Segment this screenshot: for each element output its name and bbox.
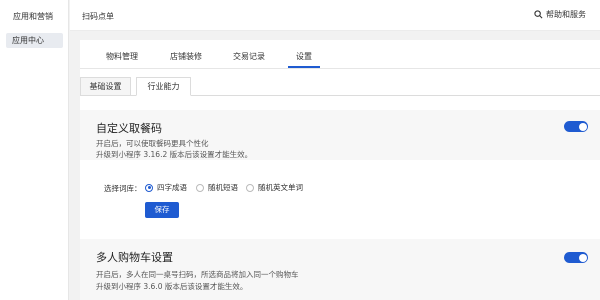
multi-cart-version-note: 升级到小程序 3.6.0 版本后该设置才能生效。 (96, 282, 248, 291)
custom-code-desc: 开启后，可以使取餐码更具个性化 (96, 139, 209, 148)
dictionary-label: 选择词库： (104, 184, 142, 193)
main-content: 物料管理 店铺装修 交易记录 设置 基础设置 行业能力 自定义取餐码 开启后，可… (80, 40, 600, 300)
help-button[interactable]: 帮助和服务 (534, 9, 586, 20)
custom-code-card: 自定义取餐码 开启后，可以使取餐码更具个性化 升级到小程序 3.16.2 版本后… (80, 110, 600, 160)
page-title: 扫码点单 (82, 12, 114, 21)
custom-code-title: 自定义取餐码 (96, 122, 162, 135)
subtab-industry[interactable]: 行业能力 (136, 77, 191, 96)
multi-cart-toggle[interactable] (564, 252, 588, 263)
radio-label: 随机英文单词 (258, 183, 303, 192)
active-tab-indicator (288, 66, 320, 68)
sidebar-title: 应用和营销 (13, 12, 53, 21)
subtab-bar: 基础设置 行业能力 (80, 77, 600, 96)
subtab-basic[interactable]: 基础设置 (80, 77, 131, 96)
radio-label: 随机短语 (208, 183, 238, 192)
search-icon (534, 10, 543, 19)
radio-random-english[interactable]: 随机英文单词 (246, 182, 303, 193)
radio-idiom[interactable]: 四字成语 (145, 182, 187, 193)
radio-random-phrase[interactable]: 随机短语 (196, 182, 238, 193)
save-button[interactable]: 保存 (145, 202, 179, 218)
tab-materials[interactable]: 物料管理 (106, 51, 138, 62)
multi-cart-title: 多人购物车设置 (96, 251, 173, 264)
multi-cart-desc: 开启后，多人在同一桌号扫码，所选商品将加入同一个购物车 (96, 270, 299, 279)
radio-unchecked-icon (196, 183, 204, 192)
radio-unchecked-icon (246, 183, 254, 192)
topbar: 扫码点单 帮助和服务 (70, 0, 600, 31)
radio-label: 四字成语 (157, 183, 187, 192)
custom-code-version-note: 升级到小程序 3.16.2 版本后该设置才能生效。 (96, 150, 253, 159)
radio-checked-icon (145, 183, 153, 192)
tab-transactions[interactable]: 交易记录 (233, 51, 265, 62)
sidebar-item-app-center[interactable]: 应用中心 (6, 33, 63, 48)
tab-decoration[interactable]: 店铺装修 (170, 51, 202, 62)
tab-bar: 物料管理 店铺装修 交易记录 设置 (80, 40, 600, 69)
tab-settings[interactable]: 设置 (296, 51, 312, 62)
sidebar: 应用和营销 应用中心 (0, 0, 69, 300)
custom-code-toggle[interactable] (564, 121, 588, 132)
dictionary-settings: 选择词库： 四字成语 随机短语 随机英文单词 保存 (80, 170, 600, 224)
help-label: 帮助和服务 (546, 10, 586, 19)
multi-cart-card: 多人购物车设置 开启后，多人在同一桌号扫码，所选商品将加入同一个购物车 升级到小… (80, 239, 600, 300)
